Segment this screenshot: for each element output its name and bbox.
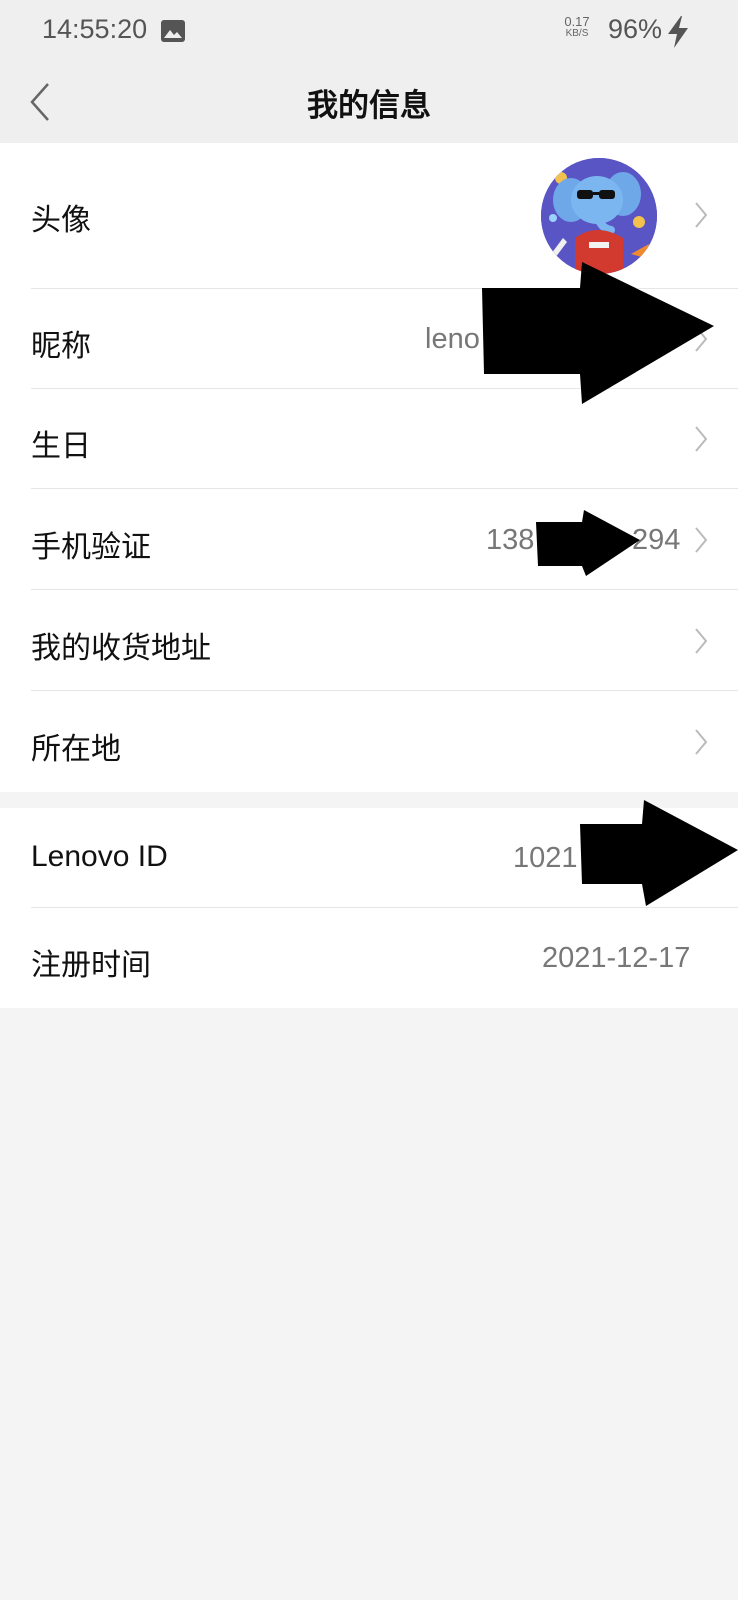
row-label: 所在地 (31, 732, 121, 767)
profile-card: 头像 昵称 leno 生日 手机验证 138 294 我的收货地址 所在地 (0, 143, 738, 792)
row-label: 头像 (31, 203, 91, 238)
redaction-arrow-mark (580, 800, 738, 906)
status-bar: 14:55:20 0.17 KB/S 96% (0, 0, 738, 62)
redaction-arrow-mark (482, 262, 714, 404)
row-registration-date: 注册时间 2021-12-17 (0, 908, 738, 1008)
chevron-right-icon (695, 729, 708, 755)
row-label: 我的收货地址 (31, 631, 211, 666)
row-label: 手机验证 (31, 530, 151, 565)
avatar[interactable] (541, 158, 657, 274)
row-label: 生日 (31, 429, 91, 464)
battery-percentage: 96% (608, 14, 663, 44)
row-shipping-address[interactable]: 我的收货地址 (0, 590, 738, 691)
lenovo-id-value: 1021 (513, 842, 578, 874)
row-label: Lenovo ID (31, 840, 168, 873)
nickname-value: leno (425, 323, 480, 355)
chevron-right-icon (695, 527, 708, 553)
chevron-right-icon (695, 426, 708, 452)
page-title: 我的信息 (307, 88, 431, 124)
row-location[interactable]: 所在地 (0, 691, 738, 792)
redaction-arrow-mark (536, 510, 640, 576)
elephant-avatar-image (541, 158, 657, 274)
status-time: 14:55:20 (42, 14, 148, 44)
charging-bolt-icon (668, 16, 688, 48)
phone-value-start: 138 (486, 524, 535, 556)
network-speed: 0.17 KB/S (564, 14, 590, 39)
row-label: 注册时间 (31, 948, 151, 983)
chevron-right-icon (695, 628, 708, 654)
registration-date-value: 2021-12-17 (542, 942, 691, 974)
row-label: 昵称 (31, 329, 91, 364)
navigation-header: 我的信息 (0, 62, 738, 143)
gallery-notification-icon (161, 20, 185, 42)
chevron-right-icon (695, 202, 708, 228)
